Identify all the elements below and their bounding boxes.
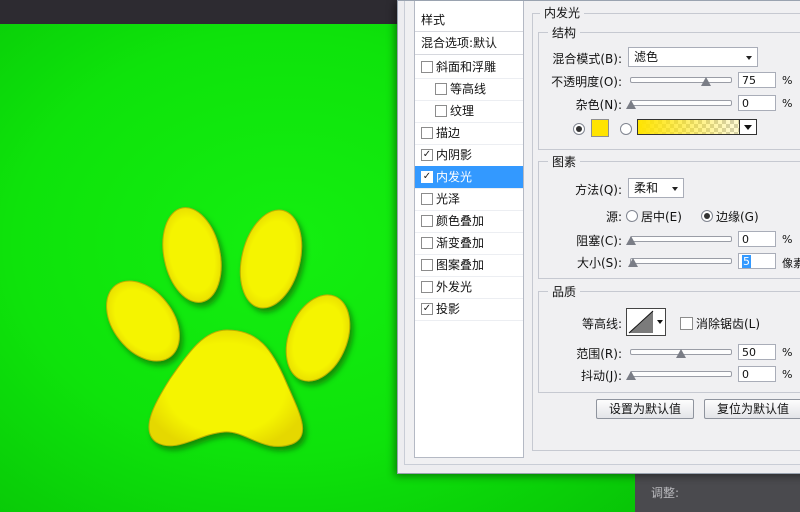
source-label: 源:	[605, 210, 622, 224]
jitter-input[interactable]: 0	[738, 366, 776, 382]
jitter-unit: %	[782, 368, 793, 381]
range-slider-thumb[interactable]	[676, 349, 686, 358]
size-slider-thumb[interactable]	[628, 258, 638, 267]
effect-checkbox[interactable]	[421, 193, 433, 205]
range-slider[interactable]	[630, 349, 732, 358]
reset-default-button[interactable]: 复位为默认值	[704, 399, 800, 419]
gradient-radio[interactable]	[620, 123, 632, 135]
opacity-label: 不透明度(O):	[551, 75, 622, 89]
method-dropdown[interactable]: 柔和	[628, 178, 684, 198]
opacity-slider-thumb[interactable]	[701, 77, 711, 86]
size-input[interactable]: 5	[738, 253, 776, 269]
noise-slider-thumb[interactable]	[626, 100, 636, 109]
source-edge-label[interactable]: 边缘(G)	[716, 208, 759, 225]
elements-title: 图素	[548, 153, 581, 170]
size-slider[interactable]	[628, 258, 732, 267]
solid-color-radio[interactable]	[573, 123, 585, 135]
blend-mode-dropdown[interactable]: 滤色	[628, 47, 758, 67]
adjustments-panel: 调整:	[635, 470, 800, 512]
effect-texture[interactable]: 纹理	[415, 100, 523, 123]
antialias-label[interactable]: 消除锯齿(L)	[696, 315, 760, 332]
choke-label: 阻塞(C):	[576, 234, 622, 248]
noise-input[interactable]: 0	[738, 95, 776, 111]
effect-satin[interactable]: 光泽	[415, 188, 523, 211]
choke-slider-thumb[interactable]	[626, 236, 636, 245]
gradient-dropdown-button[interactable]	[739, 120, 756, 134]
noise-unit: %	[782, 97, 793, 110]
opacity-unit: %	[782, 74, 793, 87]
noise-label: 杂色(N):	[575, 98, 622, 112]
inner-glow-settings: 内发光 结构 混合模式(B): 滤色 不透明度(O): 75 % 杂色(N): …	[524, 1, 800, 473]
chevron-down-icon	[744, 125, 752, 130]
effect-drop-shadow[interactable]: ✓ 投影	[415, 298, 523, 321]
contour-label: 等高线:	[581, 317, 622, 331]
effect-checkbox[interactable]	[421, 237, 433, 249]
effect-bevel-emboss[interactable]: 斜面和浮雕	[415, 56, 523, 79]
choke-slider[interactable]	[626, 236, 732, 245]
noise-slider[interactable]	[626, 100, 732, 109]
panel-title: 内发光	[540, 4, 585, 21]
source-edge-radio[interactable]	[701, 210, 713, 222]
antialias-checkbox[interactable]	[680, 317, 693, 330]
range-label: 范围(R):	[576, 347, 622, 361]
quality-title: 品质	[548, 283, 581, 300]
effect-checkbox[interactable]	[421, 61, 433, 73]
set-default-button[interactable]: 设置为默认值	[596, 399, 694, 419]
styles-header[interactable]: 样式	[415, 9, 523, 32]
effects-list: 样式 混合选项:默认 斜面和浮雕 等高线 纹理 描边 ✓ 内阴影 ✓ 内发光 光…	[414, 1, 524, 458]
effect-pattern-overlay[interactable]: 图案叠加	[415, 254, 523, 277]
jitter-label: 抖动(J):	[581, 369, 622, 383]
contour-linear-icon	[628, 310, 654, 334]
jitter-slider[interactable]	[626, 371, 732, 380]
blend-mode-label: 混合模式(B):	[552, 52, 622, 66]
chevron-down-icon[interactable]	[657, 320, 663, 324]
effect-checkbox[interactable]	[421, 281, 433, 293]
effect-checkbox[interactable]	[435, 83, 447, 95]
source-center-label[interactable]: 居中(E)	[641, 208, 682, 225]
range-input[interactable]: 50	[738, 344, 776, 360]
effect-contour[interactable]: 等高线	[415, 78, 523, 101]
choke-unit: %	[782, 233, 793, 246]
effect-inner-glow[interactable]: ✓ 内发光	[415, 166, 523, 189]
chevron-down-icon	[672, 187, 678, 191]
range-unit: %	[782, 346, 793, 359]
method-label: 方法(Q):	[575, 183, 622, 197]
effect-checkbox[interactable]	[421, 127, 433, 139]
effect-stroke[interactable]: 描边	[415, 122, 523, 145]
effect-checkbox-checked[interactable]: ✓	[421, 303, 433, 315]
glow-color-swatch[interactable]	[591, 119, 609, 137]
jitter-slider-thumb[interactable]	[626, 371, 636, 380]
gradient-picker[interactable]	[637, 119, 757, 135]
choke-input[interactable]: 0	[738, 231, 776, 247]
effect-checkbox[interactable]	[421, 215, 433, 227]
size-unit: 像素	[782, 257, 800, 270]
effect-checkbox[interactable]	[421, 259, 433, 271]
source-center-radio[interactable]	[626, 210, 638, 222]
effect-checkbox-checked[interactable]: ✓	[421, 149, 433, 161]
blend-options-header[interactable]: 混合选项:默认	[415, 32, 523, 55]
effect-outer-glow[interactable]: 外发光	[415, 276, 523, 299]
opacity-input[interactable]: 75	[738, 72, 776, 88]
effect-color-overlay[interactable]: 颜色叠加	[415, 210, 523, 233]
effect-inner-shadow[interactable]: ✓ 内阴影	[415, 144, 523, 167]
structure-title: 结构	[548, 24, 581, 41]
adjustments-label: 调整:	[651, 486, 680, 500]
contour-picker[interactable]	[626, 308, 666, 336]
layer-style-dialog: 样式 混合选项:默认 斜面和浮雕 等高线 纹理 描边 ✓ 内阴影 ✓ 内发光 光…	[397, 0, 800, 474]
effect-gradient-overlay[interactable]: 渐变叠加	[415, 232, 523, 255]
effect-checkbox[interactable]	[435, 105, 447, 117]
effect-checkbox-checked[interactable]: ✓	[421, 171, 433, 183]
opacity-slider[interactable]	[630, 77, 732, 86]
size-label: 大小(S):	[576, 256, 622, 270]
chevron-down-icon	[746, 56, 752, 60]
